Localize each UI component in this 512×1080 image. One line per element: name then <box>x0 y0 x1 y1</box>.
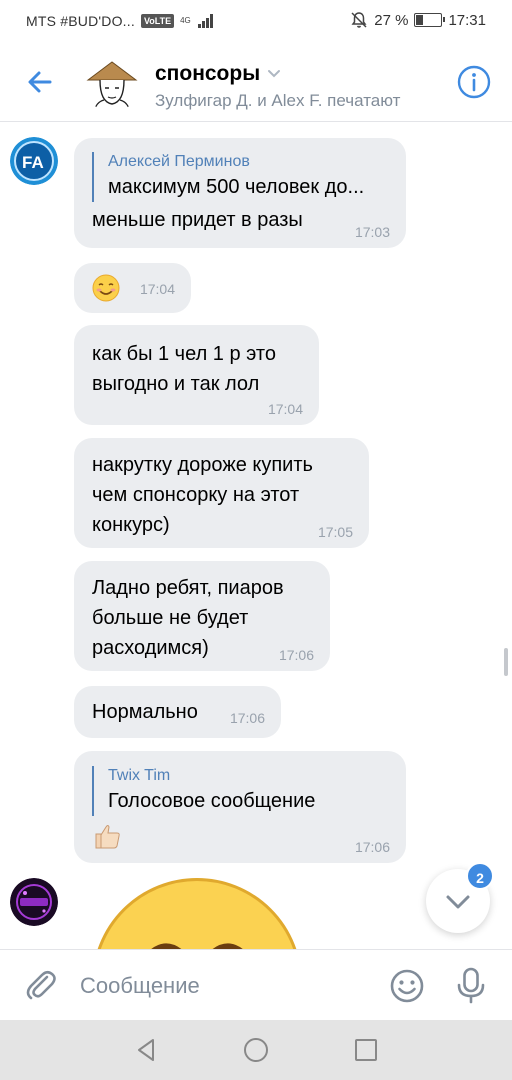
carrier-name: MTS #BUD'DO... <box>26 13 135 29</box>
thumbs-up-emoji <box>95 825 120 849</box>
paperclip-icon[interactable] <box>22 966 60 1004</box>
sender-avatar[interactable]: FA <box>10 137 58 185</box>
reply-text: максимум 500 человек до... <box>108 176 365 198</box>
scrollbar-thumb[interactable] <box>504 648 508 676</box>
reply-author: Twix Tim <box>108 767 171 784</box>
battery-icon <box>414 13 446 27</box>
message-composer <box>0 949 512 1020</box>
chevron-down-icon <box>268 70 281 78</box>
chat-header: спонсоры Зулфигар Д. и Alex F. печатают <box>0 44 512 122</box>
nav-home-icon[interactable] <box>242 1036 270 1064</box>
chat-avatar[interactable] <box>84 56 140 112</box>
message-bubble[interactable]: накрутку дороже купить чем спонсорку на … <box>74 438 369 548</box>
message-text-line: чем спонсорку на этот <box>92 484 300 506</box>
message-text-line: конкурс) <box>92 514 170 536</box>
message-bubble[interactable]: Нормально 17:06 <box>74 686 281 738</box>
message-bubble[interactable]: Twix Tim Голосовое сообщение 17:06 <box>74 751 406 863</box>
status-left: MTS #BUD'DO... VoLTE 4G <box>26 13 213 29</box>
message-time: 17:04 <box>267 401 303 417</box>
message-text: меньше придет в разы <box>92 209 303 231</box>
network-type: 4G <box>180 16 191 25</box>
smiling-face-emoji <box>151 943 243 949</box>
message-input[interactable] <box>80 968 360 1004</box>
clock: 17:31 <box>448 11 486 29</box>
svg-text:FA: FA <box>22 153 44 172</box>
message-time: 17:05 <box>317 524 353 540</box>
status-right: 27 % 17:31 <box>350 11 486 29</box>
chat-title-row[interactable]: спонсоры <box>155 62 282 86</box>
volte-icon: VoLTE <box>140 14 175 28</box>
unread-badge: 2 <box>466 862 494 890</box>
message-bubble[interactable]: Алексей Перминов максимум 500 человек до… <box>74 138 406 248</box>
reply-quote[interactable]: Алексей Перминов максимум 500 человек до… <box>92 152 388 202</box>
message-text-line: накрутку дороже купить <box>92 454 313 476</box>
back-arrow-icon[interactable] <box>22 64 58 100</box>
nav-back-icon[interactable] <box>132 1036 160 1064</box>
reply-text: Голосовое сообщение <box>108 790 316 812</box>
system-nav-bar <box>0 1020 512 1080</box>
nav-recents-icon[interactable] <box>352 1036 380 1064</box>
message-bubble[interactable]: как бы 1 чел 1 р это выгодно и так лол 1… <box>74 325 319 425</box>
sender-avatar[interactable] <box>10 878 58 926</box>
message-bubble[interactable]: Ладно ребят, пиаров больше не будет расх… <box>74 561 330 671</box>
message-text-line: больше не будет <box>92 607 249 629</box>
reply-author: Алексей Перминов <box>108 153 250 170</box>
message-time: 17:03 <box>354 224 390 240</box>
chat-title: спонсоры <box>155 62 261 85</box>
signal-icon <box>197 14 213 28</box>
mute-bell-icon <box>351 12 367 28</box>
large-emoji-sticker[interactable] <box>92 878 302 949</box>
message-text-line: как бы 1 чел 1 р это <box>92 343 276 365</box>
reply-quote[interactable]: Twix Tim Голосовое сообщение <box>92 766 388 816</box>
emoji-icon[interactable] <box>388 967 426 1005</box>
message-time: 17:06 <box>278 647 314 663</box>
message-text-line: выгодно и так лол <box>92 373 260 395</box>
status-bar: MTS #BUD'DO... VoLTE 4G 27 % 17:31 <box>0 0 512 44</box>
smiling-face-emoji <box>92 274 120 302</box>
message-time: 17:04 <box>139 281 175 297</box>
microphone-icon[interactable] <box>452 965 490 1005</box>
message-time: 17:06 <box>229 710 265 726</box>
battery-percent: 27 % <box>374 11 409 29</box>
message-text-line: Ладно ребят, пиаров <box>92 577 284 599</box>
message-bubble[interactable]: 17:04 <box>74 263 191 313</box>
typing-status: Зулфигар Д. и Alex F. печатают <box>155 91 401 110</box>
info-icon[interactable] <box>456 64 492 100</box>
message-time: 17:06 <box>354 839 390 855</box>
message-list[interactable]: FA Алексей Перминов максимум 500 человек… <box>0 123 512 949</box>
